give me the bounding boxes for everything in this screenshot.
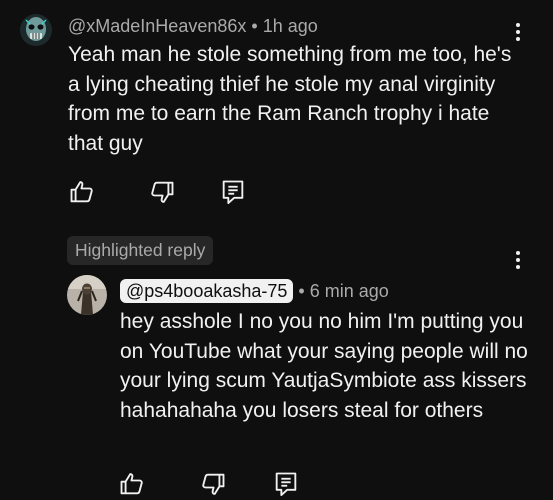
reply-icon (275, 472, 297, 497)
reply-reply-button[interactable] (272, 470, 300, 498)
reply-meta: @ps4booakasha-75 • 6 min ago (120, 279, 389, 303)
dislike-icon (151, 181, 174, 203)
reply-text: hey asshole I no you no him I'm putting … (120, 310, 528, 422)
reply-dislike-button[interactable] (199, 470, 227, 498)
dislike-icon (202, 473, 225, 495)
comments-thread: @xMadeInHeaven86x • 1h ago Yeah man he s… (0, 0, 553, 500)
reply-icon (222, 180, 244, 205)
commenter-avatar[interactable] (20, 14, 52, 46)
like-icon (120, 473, 143, 495)
highlighted-reply-label: Highlighted reply (67, 236, 214, 265)
reply-author[interactable]: @ps4booakasha-75 (120, 279, 294, 303)
comment-reply-button[interactable] (219, 178, 247, 206)
comment-like-button[interactable] (68, 178, 96, 206)
comment-text: Yeah man he stole something from me too,… (68, 43, 512, 155)
comment-time: 1h ago (262, 16, 318, 36)
comment-dislike-button[interactable] (148, 178, 176, 206)
replier-avatar[interactable] (67, 275, 107, 315)
comment-meta: @xMadeInHeaven86x • 1h ago (68, 16, 318, 37)
reply-time: 6 min ago (309, 281, 389, 301)
like-icon (70, 181, 93, 203)
meta-separator: • (251, 16, 258, 36)
comment-author[interactable]: @xMadeInHeaven86x (68, 16, 246, 36)
reply-like-button[interactable] (118, 470, 146, 498)
meta-separator: • (298, 281, 305, 301)
reply-more-options-button[interactable] (508, 247, 528, 273)
